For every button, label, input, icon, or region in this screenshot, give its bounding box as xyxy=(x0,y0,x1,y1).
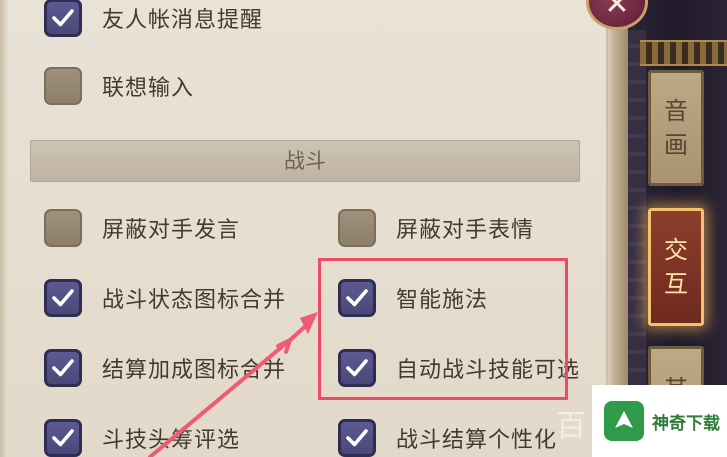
option-label: 结算加成图标合并 xyxy=(102,358,287,383)
checkmark-icon xyxy=(52,9,74,27)
checkmark-icon xyxy=(52,359,74,377)
option-mute-opponent-emote[interactable]: 屏蔽对手表情 xyxy=(338,208,534,248)
section-header-battle: 战斗 xyxy=(30,140,580,182)
checkmark-icon xyxy=(346,429,368,447)
checkbox[interactable] xyxy=(44,67,82,105)
option-label: 斗技头筹评选 xyxy=(102,428,241,453)
option-label: 战斗结算个性化 xyxy=(396,428,558,453)
close-icon: ✕ xyxy=(604,0,630,22)
option-battle-status-merge[interactable]: 战斗状态图标合并 xyxy=(44,278,326,318)
tab-interaction[interactable]: 交 互 xyxy=(648,208,704,326)
option-mute-opponent-speech[interactable]: 屏蔽对手发言 xyxy=(44,208,240,248)
checkbox[interactable] xyxy=(44,209,82,247)
option-assoc-input[interactable]: 联想输入 xyxy=(44,66,194,106)
sidebar-ornament xyxy=(640,40,727,66)
highlight-frame xyxy=(318,258,568,400)
option-settle-bonus-merge[interactable]: 结算加成图标合并 xyxy=(44,348,326,388)
checkbox[interactable] xyxy=(44,0,82,37)
checkbox[interactable] xyxy=(44,349,82,387)
tab-interaction-char-1: 交 xyxy=(664,236,688,264)
tab-interaction-char-2: 互 xyxy=(664,270,688,298)
watermark-text: 神奇下载 xyxy=(652,413,720,434)
option-label: 屏蔽对手表情 xyxy=(396,218,535,243)
option-label: 友人帐消息提醒 xyxy=(102,8,264,33)
checkmark-icon xyxy=(52,289,74,307)
game-settings-screen: ✕ 音 画 交 互 其 他 战斗 友人帐消息提醒 联想输入 屏蔽对手发言 屏蔽对… xyxy=(0,0,727,457)
option-avatar-review[interactable]: 斗技头筹评选 xyxy=(44,418,240,457)
tab-audio-visual-char-1: 音 xyxy=(664,97,688,125)
option-battle-settle-personal[interactable]: 战斗结算个性化 xyxy=(338,418,557,457)
option-label: 战斗状态图标合并 xyxy=(102,288,287,313)
checkmark-icon xyxy=(52,429,74,447)
tab-audio-visual-char-2: 画 xyxy=(664,131,688,159)
option-friend-notice[interactable]: 友人帐消息提醒 xyxy=(44,0,263,38)
option-label: 联想输入 xyxy=(102,76,195,101)
tab-audio-visual[interactable]: 音 画 xyxy=(648,70,704,186)
checkbox[interactable] xyxy=(338,209,376,247)
watermark-badge: 神奇下载 xyxy=(592,385,727,457)
watermark-ghost-text: 百 xyxy=(556,409,586,444)
option-label: 屏蔽对手发言 xyxy=(102,218,241,243)
watermark-logo-icon xyxy=(604,401,644,441)
checkbox[interactable] xyxy=(44,279,82,317)
checkbox[interactable] xyxy=(44,419,82,457)
checkbox[interactable] xyxy=(338,419,376,457)
